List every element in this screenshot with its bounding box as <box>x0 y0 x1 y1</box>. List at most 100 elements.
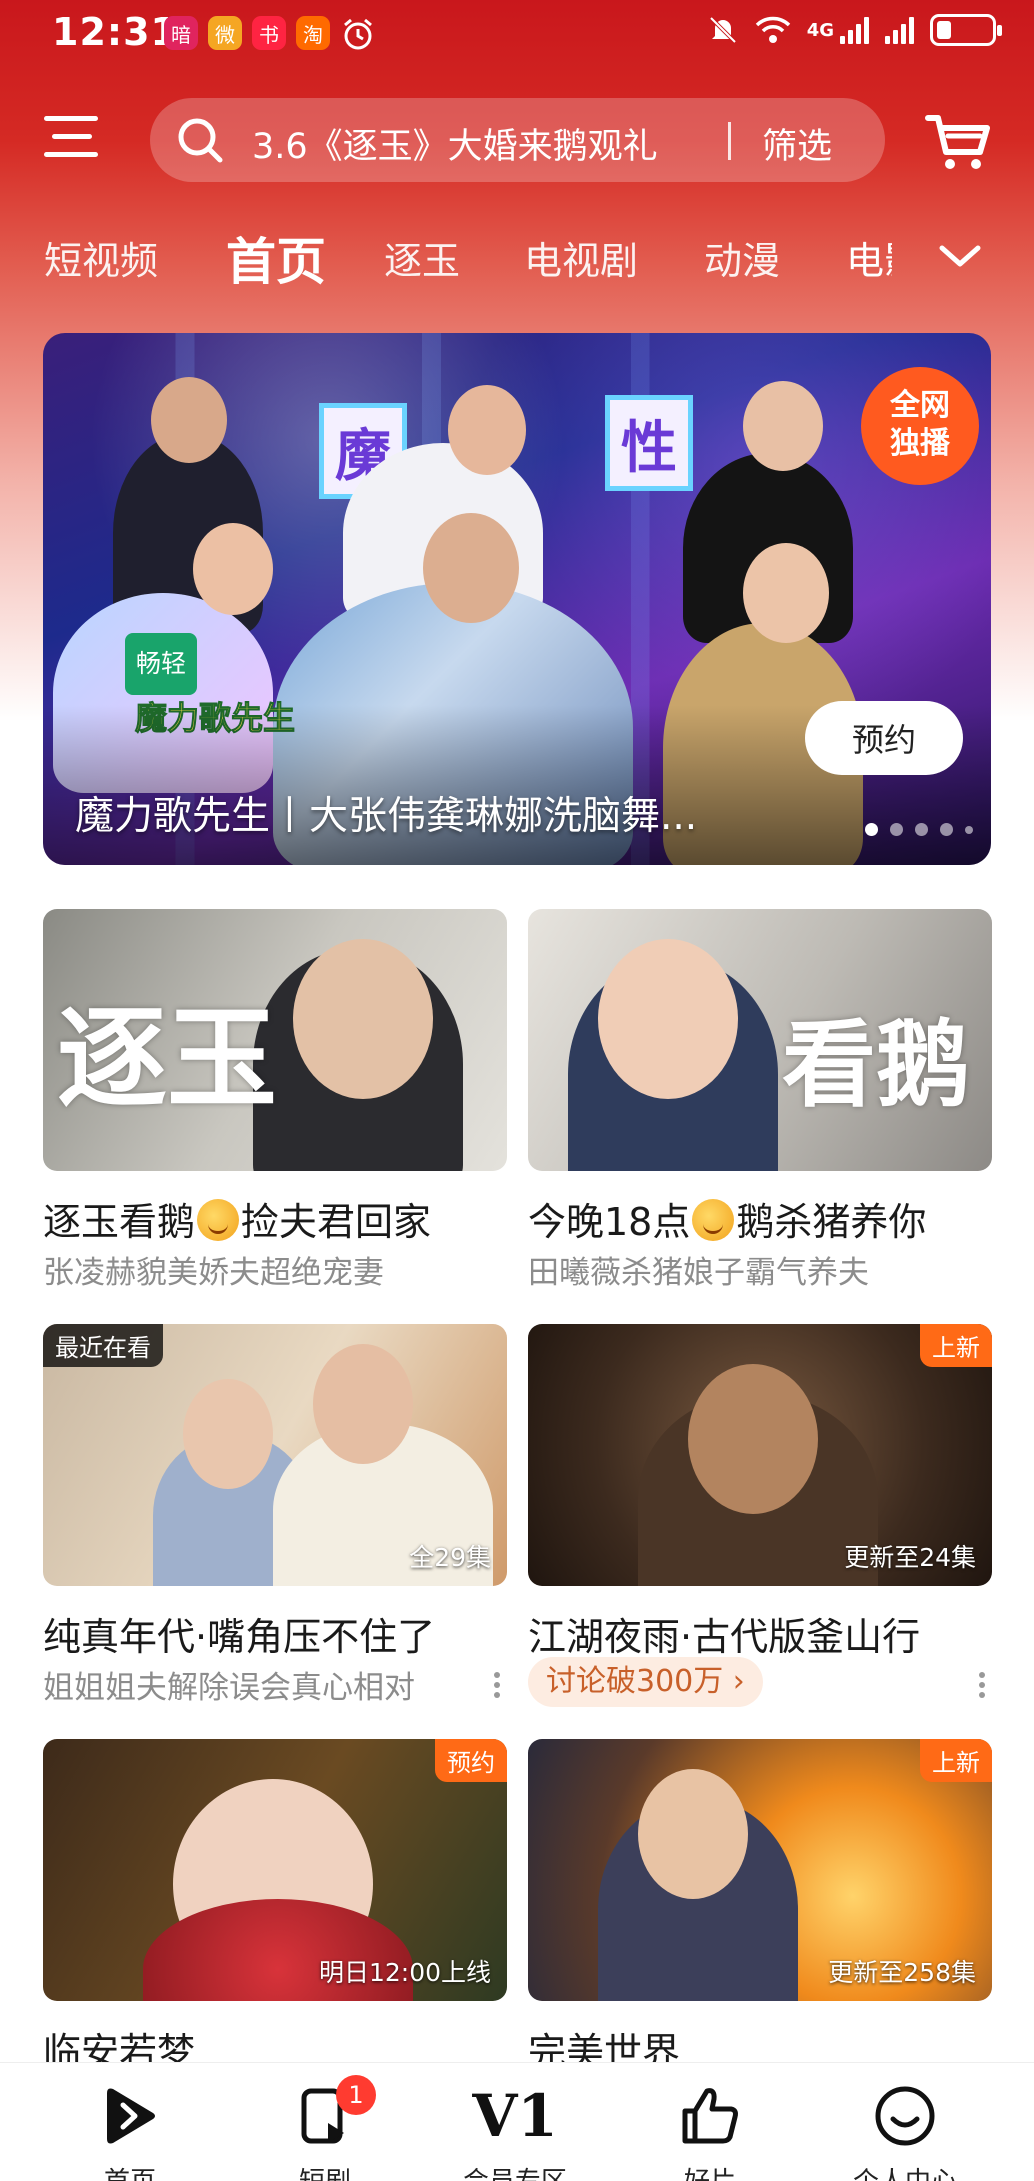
title-calligraphy: 看鹅 <box>782 1010 971 1120</box>
app-notification-icon: 暗 <box>164 16 198 50</box>
signal-strength-2-icon <box>885 16 914 44</box>
tab-tv-series[interactable]: 电视剧 <box>524 230 638 285</box>
brand-logo: 畅轻 <box>125 633 197 695</box>
nav-recommend[interactable]: 好片 <box>635 2083 785 2181</box>
red-book-notification-icon: 书 <box>252 16 286 50</box>
carousel-dot <box>940 823 953 836</box>
performer-face <box>448 385 526 475</box>
tab-zhuyu[interactable]: 逐玉 <box>384 230 460 285</box>
video-card[interactable]: 看鹅 今晚18点 鹅杀猪养你 田曦薇杀猪娘子霸气养夫 <box>528 909 992 1291</box>
status-bar: 12:31 暗 微 书 淘 4G <box>0 0 1034 66</box>
video-card[interactable]: 上新 更新至258集 完美世界 <box>528 1739 992 2074</box>
carousel-dot <box>865 823 878 836</box>
mute-icon <box>709 16 737 44</box>
hero-banner[interactable]: 魔 性 畅轻 魔力歌先生 全网 独播 预约 魔力歌先生丨大张伟龚琳娜洗脑舞... <box>43 333 991 865</box>
banner-title: 魔力歌先生丨大张伟龚琳娜洗脑舞... <box>75 794 698 839</box>
cart-icon[interactable] <box>924 106 992 174</box>
video-card[interactable]: 最近在看 全29集 纯真年代·嘴角压不住了 姐姐姐夫解除误会真心相对 <box>43 1324 507 1706</box>
carousel-dot <box>915 823 928 836</box>
discussion-badge[interactable]: 讨论破300万 › <box>528 1657 763 1707</box>
status-app-icons: 暗 微 书 淘 <box>164 16 376 52</box>
weibo-notification-icon: 微 <box>208 16 242 50</box>
video-card[interactable]: 预约 明日12:00上线 临安若梦 <box>43 1739 507 2074</box>
category-tabs: 短视频 首页 逐玉 电视剧 动漫 电影 <box>0 222 1034 292</box>
search-bar[interactable]: 3.6《逐玉》大婚来鹅观礼 筛选 <box>150 98 885 182</box>
carousel-indicator <box>865 823 973 836</box>
status-time: 12:31 <box>52 10 178 54</box>
menu-button[interactable] <box>44 112 104 160</box>
reserve-button[interactable]: 预约 <box>805 701 963 775</box>
nav-label: 好片 <box>635 2161 785 2181</box>
vip-icon: V1 <box>472 2082 558 2150</box>
video-thumbnail[interactable]: 逐玉 <box>43 909 507 1171</box>
video-thumbnail[interactable]: 最近在看 全29集 <box>43 1324 507 1586</box>
network-type: 4G <box>806 19 834 41</box>
party-emoji-icon <box>197 1199 240 1241</box>
tab-movie[interactable]: 电影 <box>846 230 892 285</box>
card-subtitle: 张凌赫貌美娇夫超绝宠妻 <box>43 1255 384 1291</box>
title-calligraphy: 逐玉 <box>57 994 277 1123</box>
notification-badge: 1 <box>336 2075 376 2115</box>
more-options-icon[interactable] <box>972 1668 992 1708</box>
nav-label: 会员专区 <box>440 2161 590 2181</box>
exclusive-badge: 全网 独播 <box>861 367 979 485</box>
episode-count: 全29集 <box>409 1543 491 1572</box>
video-thumbnail[interactable]: 上新 更新至24集 <box>528 1324 992 1586</box>
tab-anime[interactable]: 动漫 <box>704 230 780 285</box>
signal-strength-icon <box>840 16 869 44</box>
performer-face <box>423 513 519 623</box>
nav-label: 首页 <box>55 2161 205 2181</box>
actor-face <box>183 1379 273 1489</box>
taobao-notification-icon: 淘 <box>296 16 330 50</box>
card-title-part: 鹅杀猪养你 <box>736 1200 927 1244</box>
card-title: 今晚18点 鹅杀猪养你 <box>528 1191 926 1246</box>
play-logo-icon <box>107 2088 155 2144</box>
card-title: 江湖夜雨·古代版釜山行 <box>528 1615 921 1659</box>
card-title-part: 逐玉看鹅 <box>43 1200 196 1244</box>
chevron-down-icon[interactable] <box>936 236 984 276</box>
actor-face <box>313 1344 413 1464</box>
video-thumbnail[interactable]: 上新 更新至258集 <box>528 1739 992 2001</box>
nav-vip[interactable]: V1 会员专区 <box>440 2082 590 2181</box>
exclusive-badge-line1: 全网 <box>890 388 950 423</box>
carousel-dot <box>965 825 973 834</box>
video-thumbnail[interactable]: 预约 明日12:00上线 <box>43 1739 507 2001</box>
card-title-part: 捡夫君回家 <box>241 1200 432 1244</box>
new-release-tag: 上新 <box>920 1324 992 1367</box>
card-title-part: 今晚18点 <box>528 1200 691 1244</box>
performer-face <box>743 381 823 471</box>
thumbs-up-icon <box>682 2088 738 2144</box>
card-subtitle: 姐姐姐夫解除误会真心相对 <box>43 1670 415 1706</box>
card-title: 纯真年代·嘴角压不住了 <box>43 1615 436 1659</box>
performer-face <box>743 543 829 643</box>
wifi-icon <box>755 16 790 43</box>
video-card[interactable]: 逐玉 逐玉看鹅 捡夫君回家 张凌赫貌美娇夫超绝宠妻 <box>43 909 507 1291</box>
heart-face-emoji-icon <box>692 1199 735 1241</box>
filter-button[interactable]: 筛选 <box>762 118 832 169</box>
status-indicators: 4G <box>707 14 1002 46</box>
tab-home[interactable]: 首页 <box>226 222 326 294</box>
performer-face <box>193 523 273 615</box>
reserve-tag: 预约 <box>435 1739 507 1782</box>
card-title: 逐玉看鹅 捡夫君回家 <box>43 1191 431 1246</box>
battery-icon <box>930 14 1002 46</box>
search-divider <box>728 122 731 160</box>
video-thumbnail[interactable]: 看鹅 <box>528 909 992 1171</box>
search-placeholder: 3.6《逐玉》大婚来鹅观礼 <box>252 127 658 167</box>
nav-short-drama[interactable]: 1 短剧 <box>250 2075 400 2181</box>
video-card[interactable]: 上新 更新至24集 江湖夜雨·古代版釜山行 讨论破300万 › <box>528 1324 992 1707</box>
nav-home[interactable]: 首页 <box>55 2083 205 2181</box>
alarm-icon <box>344 18 372 50</box>
actor-face <box>293 939 433 1099</box>
nav-profile[interactable]: 个人中心 <box>830 2083 980 2181</box>
nav-label: 个人中心 <box>830 2161 980 2181</box>
character-face <box>638 1769 748 1899</box>
nav-label: 短剧 <box>250 2161 400 2181</box>
episode-count: 更新至258集 <box>828 1958 976 1987</box>
tab-short-video[interactable]: 短视频 <box>44 230 158 285</box>
more-options-icon[interactable] <box>487 1668 507 1708</box>
episode-count: 更新至24集 <box>844 1543 976 1572</box>
new-release-tag: 上新 <box>920 1739 992 1782</box>
bottom-navigation: 首页 1 短剧 V1 会员专区 好片 个人中心 <box>0 2062 1034 2181</box>
performer-face <box>151 377 227 463</box>
